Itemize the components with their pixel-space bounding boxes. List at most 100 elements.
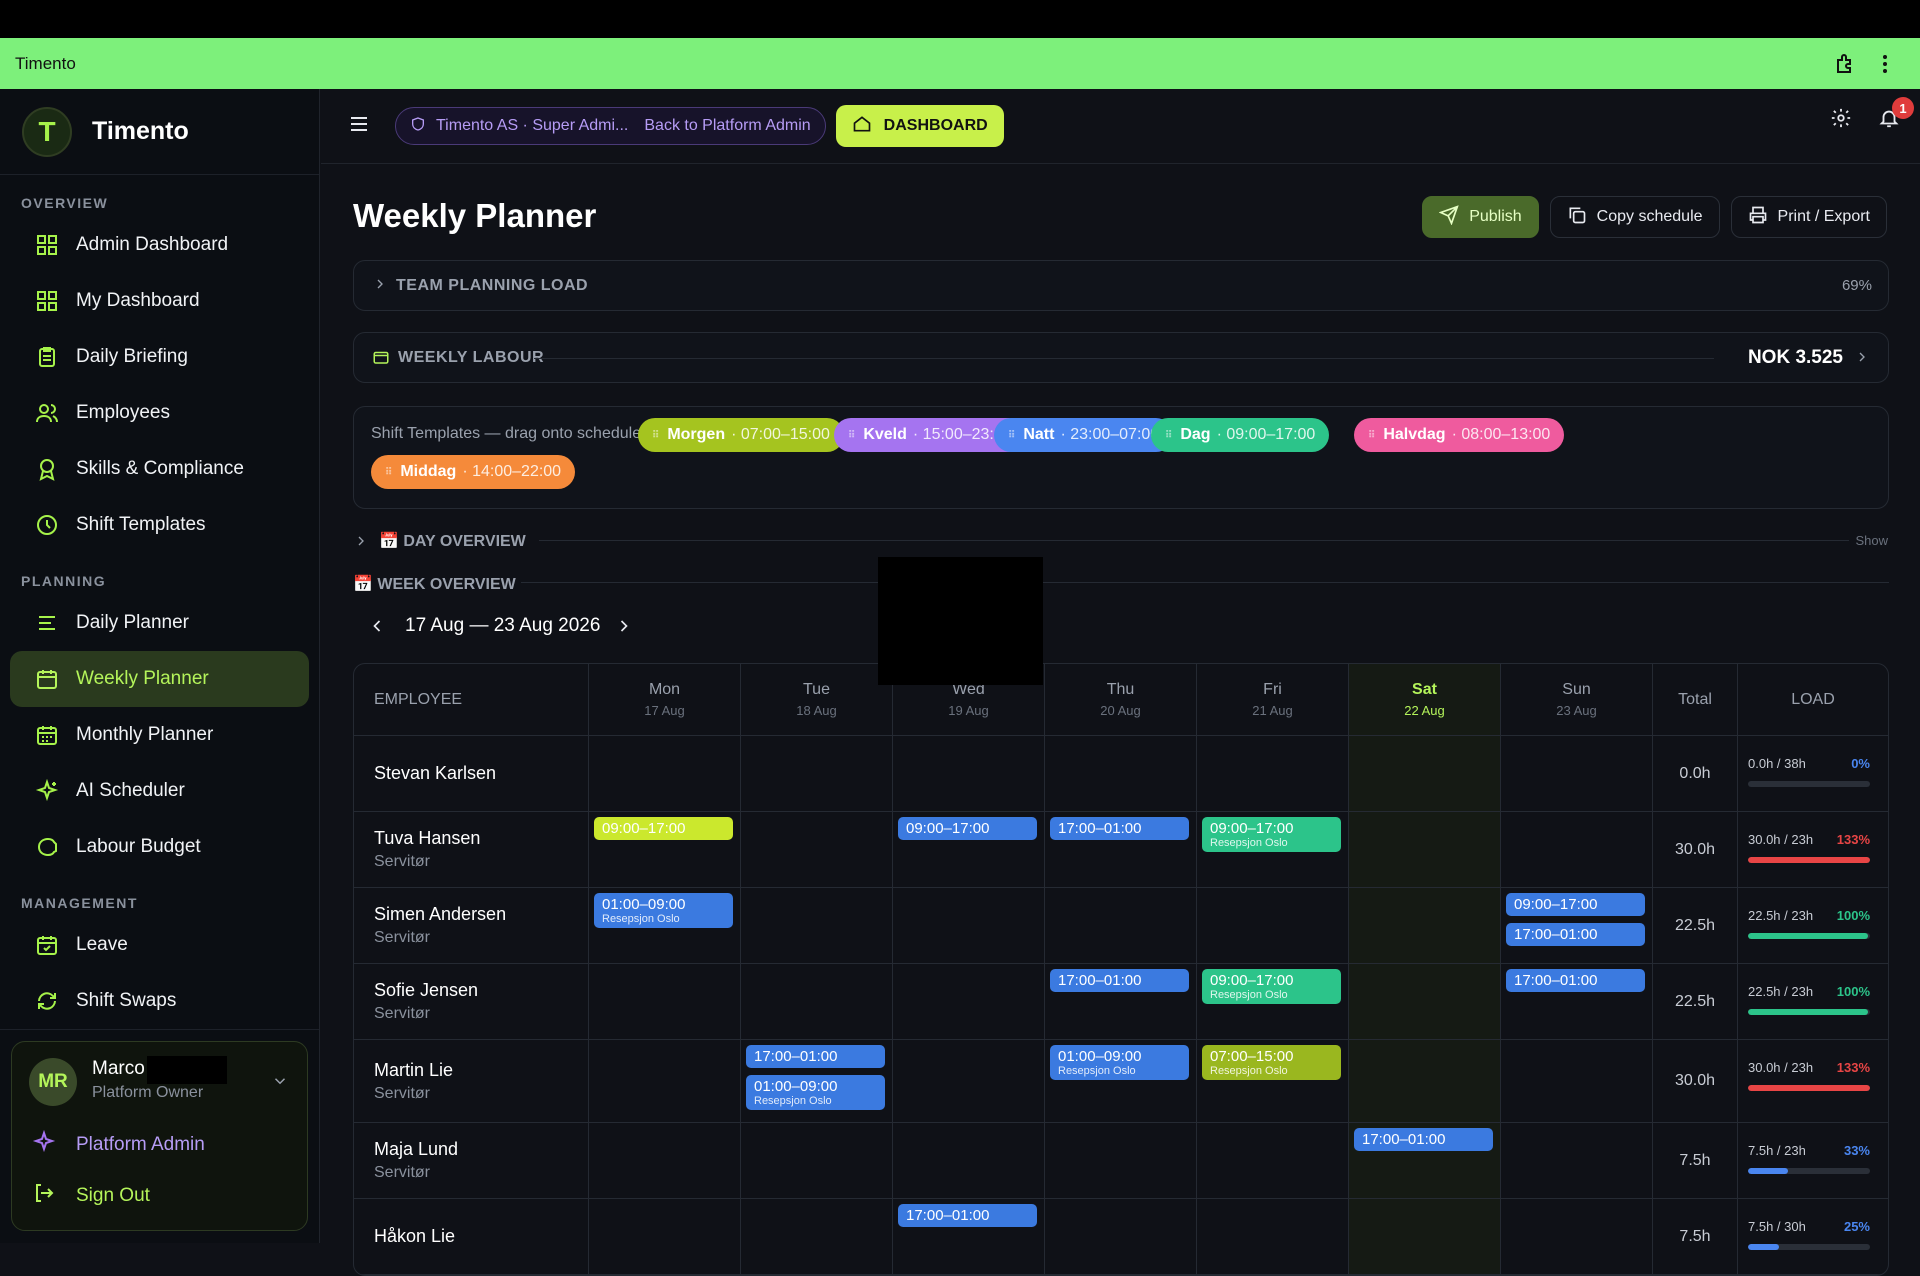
sidebar-item-employees[interactable]: Employees bbox=[10, 385, 309, 441]
shift-block[interactable]: 17:00–01:00 bbox=[1050, 817, 1189, 840]
schedule-cell[interactable] bbox=[1501, 736, 1653, 811]
shift-block[interactable]: 17:00–01:00 bbox=[746, 1045, 885, 1068]
schedule-cell[interactable]: 09:00–17:00 bbox=[589, 812, 741, 887]
schedule-cell[interactable] bbox=[1501, 812, 1653, 887]
shift-block[interactable]: 09:00–17:00 Resepsjon Oslo bbox=[1202, 817, 1341, 852]
shift-block[interactable]: 01:00–09:00 Resepsjon Oslo bbox=[746, 1075, 885, 1110]
schedule-cell[interactable]: 07:00–15:00 Resepsjon Oslo bbox=[1197, 1040, 1349, 1122]
schedule-cell[interactable] bbox=[589, 1199, 741, 1274]
schedule-cell[interactable] bbox=[1349, 736, 1501, 811]
sidebar-item-daily-planner[interactable]: Daily Planner bbox=[10, 595, 309, 651]
employee-name[interactable]: Stevan Karlsen bbox=[374, 763, 588, 784]
sidebar-item-weekly-planner[interactable]: Weekly Planner bbox=[10, 651, 309, 707]
menu-icon[interactable] bbox=[347, 112, 371, 141]
schedule-cell[interactable] bbox=[1349, 812, 1501, 887]
shift-block[interactable]: 17:00–01:00 bbox=[1354, 1128, 1493, 1151]
sidebar-item-labour-budget[interactable]: Labour Budget bbox=[10, 819, 309, 875]
dashboard-button[interactable]: DASHBOARD bbox=[835, 105, 1004, 147]
team-planning-load-panel[interactable]: TEAM PLANNING LOAD 69% bbox=[353, 260, 1889, 311]
schedule-cell[interactable]: 17:00–01:00 bbox=[893, 1199, 1045, 1274]
schedule-cell[interactable] bbox=[893, 964, 1045, 1039]
template-chip-morgen[interactable]: ⠿ Morgen · 07:00–15:00 bbox=[638, 418, 844, 452]
day-overview-show-link[interactable]: Show bbox=[1855, 533, 1888, 548]
weekly-labour-panel[interactable]: WEEKLY LABOUR NOK 3.525 bbox=[353, 332, 1889, 383]
sidebar-item-skills-compliance[interactable]: Skills & Compliance bbox=[10, 441, 309, 497]
publish-button[interactable]: Publish bbox=[1422, 196, 1539, 238]
schedule-cell[interactable] bbox=[1045, 888, 1197, 963]
shift-block[interactable]: 01:00–09:00 Resepsjon Oslo bbox=[1050, 1045, 1189, 1080]
schedule-cell[interactable] bbox=[1045, 736, 1197, 811]
schedule-cell[interactable] bbox=[893, 1040, 1045, 1122]
sidebar-item-admin-dashboard[interactable]: Admin Dashboard bbox=[10, 217, 309, 273]
shift-block[interactable]: 09:00–17:00 bbox=[898, 817, 1037, 840]
schedule-cell[interactable] bbox=[1349, 1040, 1501, 1122]
schedule-cell[interactable] bbox=[893, 888, 1045, 963]
shift-block[interactable]: 17:00–01:00 bbox=[1506, 923, 1645, 946]
settings-icon[interactable] bbox=[1830, 107, 1852, 134]
platform-admin-link[interactable]: Platform Admin bbox=[32, 1129, 205, 1160]
sidebar-item-ai-scheduler[interactable]: AI Scheduler bbox=[10, 763, 309, 819]
shift-block[interactable]: 09:00–17:00 bbox=[1506, 893, 1645, 916]
sidebar-item-leave[interactable]: Leave bbox=[10, 917, 309, 973]
schedule-cell[interactable] bbox=[1045, 1199, 1197, 1274]
employee-name[interactable]: Håkon Lie bbox=[374, 1226, 588, 1247]
schedule-cell[interactable] bbox=[589, 964, 741, 1039]
employee-name[interactable]: Maja Lund bbox=[374, 1139, 588, 1160]
schedule-cell[interactable] bbox=[1045, 1123, 1197, 1198]
schedule-cell[interactable] bbox=[589, 736, 741, 811]
bell-icon[interactable]: 1 bbox=[1878, 97, 1914, 134]
shift-block[interactable]: 09:00–17:00 Resepsjon Oslo bbox=[1202, 969, 1341, 1004]
schedule-cell[interactable] bbox=[589, 1040, 741, 1122]
template-chip-middag[interactable]: ⠿ Middag · 14:00–22:00 bbox=[371, 455, 576, 489]
template-chip-natt[interactable]: ⠿ Natt · 23:00–07:00 bbox=[994, 418, 1174, 452]
day-overview-label[interactable]: 📅 DAY OVERVIEW bbox=[379, 531, 526, 551]
employee-name[interactable]: Tuva Hansen bbox=[374, 828, 588, 849]
schedule-cell[interactable] bbox=[893, 1123, 1045, 1198]
schedule-cell[interactable]: 17:00–01:00 01:00–09:00 Resepsjon Oslo bbox=[741, 1040, 893, 1122]
schedule-cell[interactable] bbox=[741, 736, 893, 811]
schedule-cell[interactable]: 01:00–09:00 Resepsjon Oslo bbox=[589, 888, 741, 963]
schedule-cell[interactable] bbox=[1501, 1123, 1653, 1198]
shift-block[interactable]: 09:00–17:00 bbox=[594, 817, 733, 840]
schedule-cell[interactable]: 09:00–17:00 Resepsjon Oslo bbox=[1197, 964, 1349, 1039]
copy-schedule-button[interactable]: Copy schedule bbox=[1549, 196, 1720, 238]
sidebar-item-monthly-planner[interactable]: Monthly Planner bbox=[10, 707, 309, 763]
schedule-cell[interactable]: 09:00–17:00 Resepsjon Oslo bbox=[1197, 812, 1349, 887]
extension-icon[interactable] bbox=[1825, 44, 1865, 84]
template-chip-halvdag[interactable]: ⠿ Halvdag · 08:00–13:00 bbox=[1354, 418, 1565, 452]
template-chip-dag[interactable]: ⠿ Dag · 09:00–17:00 bbox=[1151, 418, 1330, 452]
schedule-cell[interactable] bbox=[741, 812, 893, 887]
schedule-cell[interactable] bbox=[1501, 1199, 1653, 1274]
chevron-right-icon[interactable] bbox=[353, 533, 369, 554]
employee-name[interactable]: Sofie Jensen bbox=[374, 980, 588, 1001]
schedule-cell[interactable] bbox=[589, 1123, 741, 1198]
chevron-down-icon[interactable] bbox=[271, 1072, 289, 1095]
schedule-cell[interactable]: 01:00–09:00 Resepsjon Oslo bbox=[1045, 1040, 1197, 1122]
schedule-cell[interactable]: 09:00–17:00 bbox=[893, 812, 1045, 887]
schedule-cell[interactable] bbox=[1349, 964, 1501, 1039]
schedule-cell[interactable] bbox=[1197, 1199, 1349, 1274]
schedule-cell[interactable] bbox=[1349, 1199, 1501, 1274]
back-to-platform-admin-link[interactable]: Back to Platform Admin bbox=[644, 117, 810, 135]
shift-block[interactable]: 17:00–01:00 bbox=[898, 1204, 1037, 1227]
schedule-cell[interactable]: 17:00–01:00 bbox=[1045, 812, 1197, 887]
sidebar-item-shift-templates[interactable]: Shift Templates bbox=[10, 497, 309, 553]
shift-block[interactable]: 01:00–09:00 Resepsjon Oslo bbox=[594, 893, 733, 928]
schedule-cell[interactable]: 17:00–01:00 bbox=[1349, 1123, 1501, 1198]
schedule-cell[interactable] bbox=[893, 736, 1045, 811]
sidebar-item-shift-swaps[interactable]: Shift Swaps bbox=[10, 973, 309, 1029]
shift-block[interactable]: 17:00–01:00 bbox=[1506, 969, 1645, 992]
employee-name[interactable]: Martin Lie bbox=[374, 1060, 588, 1081]
schedule-cell[interactable] bbox=[1197, 736, 1349, 811]
shift-block[interactable]: 07:00–15:00 Resepsjon Oslo bbox=[1202, 1045, 1341, 1080]
sidebar-item-my-dashboard[interactable]: My Dashboard bbox=[10, 273, 309, 329]
schedule-cell[interactable] bbox=[741, 888, 893, 963]
schedule-cell[interactable] bbox=[1501, 1040, 1653, 1122]
schedule-cell[interactable] bbox=[741, 1199, 893, 1274]
schedule-cell[interactable] bbox=[741, 1123, 893, 1198]
shift-block[interactable]: 17:00–01:00 bbox=[1050, 969, 1189, 992]
more-vertical-icon[interactable] bbox=[1865, 44, 1905, 84]
sidebar-item-daily-briefing[interactable]: Daily Briefing bbox=[10, 329, 309, 385]
schedule-cell[interactable] bbox=[1197, 888, 1349, 963]
schedule-cell[interactable]: 09:00–17:00 17:00–01:00 bbox=[1501, 888, 1653, 963]
